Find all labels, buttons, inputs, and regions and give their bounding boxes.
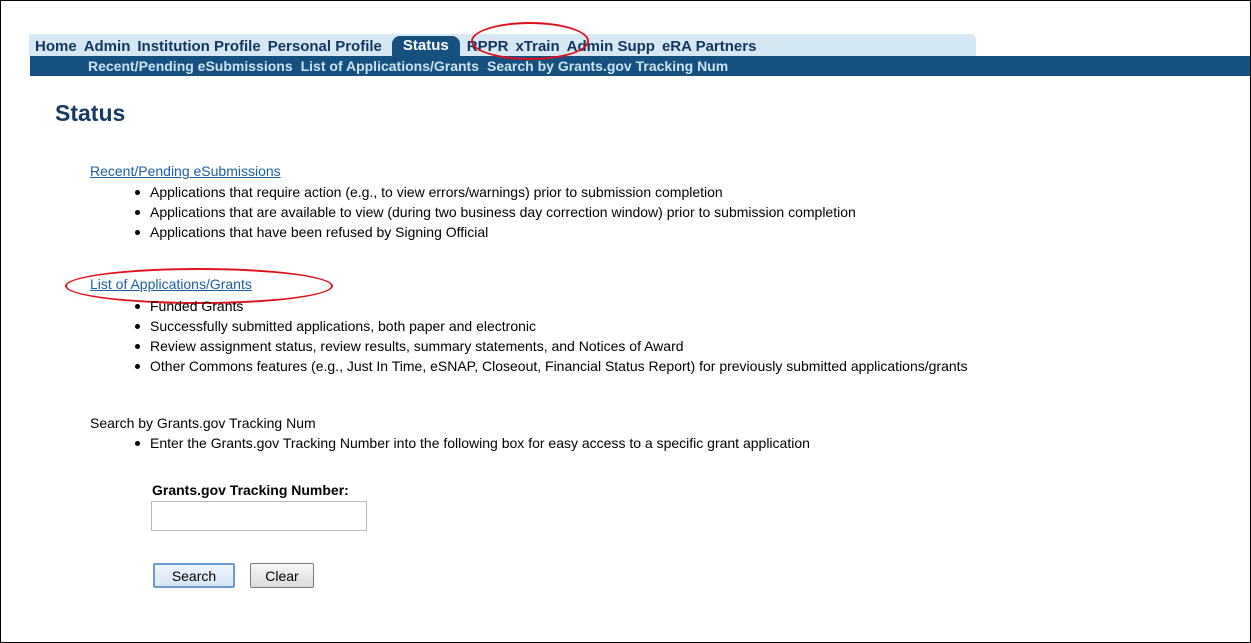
nav-admin[interactable]: Admin [84,38,131,55]
recent-bullets: Applications that require action (e.g., … [135,182,856,242]
nav-status[interactable]: Status [391,36,460,56]
top-nav: Home Admin Institution Profile Personal … [35,36,763,56]
search-bullets: Enter the Grants.gov Tracking Number int… [135,433,810,453]
nav-institution-profile[interactable]: Institution Profile [137,38,260,55]
tracking-number-label: Grants.gov Tracking Number: [152,482,349,498]
link-list-applications[interactable]: List of Applications/Grants [90,276,252,292]
nav-xtrain[interactable]: xTrain [515,38,559,55]
search-section-title: Search by Grants.gov Tracking Num [90,415,316,431]
search-button[interactable]: Search [153,563,235,588]
list-item: Successfully submitted applications, bot… [135,316,968,336]
nav-rppr[interactable]: RPPR [467,38,509,55]
clear-button[interactable]: Clear [250,563,314,588]
list-item: Applications that are available to view … [135,204,856,220]
page-title: Status [55,100,126,126]
nav-era-partners[interactable]: eRA Partners [662,38,756,55]
list-item: Applications that have been refused by S… [135,222,856,242]
nav-home[interactable]: Home [35,38,77,55]
list-bullets: Funded Grants Successfully submitted app… [135,296,968,376]
subnav-recent-pending[interactable]: Recent/Pending eSubmissions [88,58,293,74]
list-item: Other Commons features (e.g., Just In Ti… [135,358,968,374]
sub-nav: Recent/Pending eSubmissions List of Appl… [88,57,736,75]
nav-admin-supp[interactable]: Admin Supp [567,38,655,55]
list-item: Applications that require action (e.g., … [135,182,856,202]
tracking-number-input[interactable] [151,501,367,531]
list-item: Review assignment status, review results… [135,336,968,356]
subnav-list-applications[interactable]: List of Applications/Grants [301,58,479,74]
subnav-search-tracking[interactable]: Search by Grants.gov Tracking Num [487,58,728,74]
nav-personal-profile[interactable]: Personal Profile [268,38,382,55]
list-item: Funded Grants [135,296,968,316]
list-item: Enter the Grants.gov Tracking Number int… [135,435,810,451]
link-recent-pending[interactable]: Recent/Pending eSubmissions [90,163,281,179]
